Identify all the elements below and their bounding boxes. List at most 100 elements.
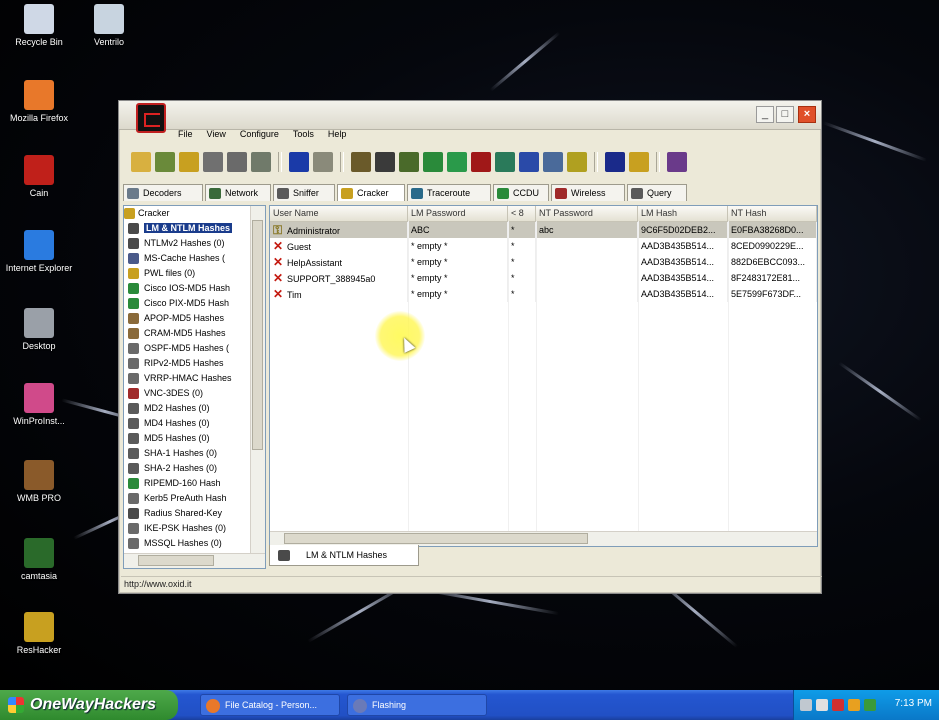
menu-file[interactable]: File xyxy=(177,129,194,143)
tree-item[interactable]: MS-Cache Hashes ( xyxy=(124,251,265,266)
desktop-icon-winproinst-[interactable]: WinProInst... xyxy=(0,383,78,427)
tree-item[interactable]: CRAM-MD5 Hashes xyxy=(124,326,265,341)
tree-item[interactable]: Cisco PIX-MD5 Hash xyxy=(124,296,265,311)
tree-item[interactable]: VRRP-HMAC Hashes xyxy=(124,371,265,386)
maximize-button[interactable]: □ xyxy=(776,106,794,123)
tree-item[interactable]: Kerb5 PreAuth Hash xyxy=(124,491,265,506)
tree-item[interactable]: Cisco IOS-MD5 Hash xyxy=(124,281,265,296)
start-button[interactable]: OneWayHackers xyxy=(0,690,178,720)
trash-icon[interactable] xyxy=(313,152,333,172)
table-row[interactable]: ✕ HelpAssistant * empty * * AAD3B435B514... 8… xyxy=(270,254,817,270)
desktop-icon-cain[interactable]: Cain xyxy=(0,155,78,199)
tray-app-icon[interactable] xyxy=(848,699,860,711)
sniffer-start-icon[interactable] xyxy=(179,152,199,172)
column-header[interactable]: User Name xyxy=(270,206,408,221)
tray-network-icon[interactable] xyxy=(800,699,812,711)
table-row[interactable]: ✕ Guest * empty * * AAD3B435B514... 8CED09902… xyxy=(270,238,817,254)
network-adapter-icon[interactable] xyxy=(155,152,175,172)
rainbow-icon[interactable] xyxy=(495,152,515,172)
table-row[interactable]: ✕ Tim * empty * * AAD3B435B514... 5E7599F673D… xyxy=(270,286,817,302)
menu-view[interactable]: View xyxy=(206,129,227,143)
tab-wireless[interactable]: Wireless xyxy=(551,184,625,201)
tree-item[interactable]: VNC-3DES (0) xyxy=(124,386,265,401)
menu-help[interactable]: Help xyxy=(327,129,348,143)
menu-configure[interactable]: Configure xyxy=(239,129,280,143)
table-row[interactable]: ⚿ Administrator ABC * abc 9C6F5D02DEB2... E0FB… xyxy=(270,222,817,238)
taskbar-task[interactable]: Flashing xyxy=(347,694,487,716)
tree-item[interactable]: Cracker xyxy=(124,206,265,221)
tab-traceroute[interactable]: Traceroute xyxy=(407,184,491,201)
tree-item[interactable]: IKE-PSK Hashes (0) xyxy=(124,521,265,536)
tab-cracker[interactable]: Cracker xyxy=(337,184,405,201)
wireless-icon[interactable] xyxy=(567,152,587,172)
tab-lm-ntlm-hashes[interactable]: LM & NTLM Hashes xyxy=(269,545,419,566)
desktop-icon-desktop[interactable]: Desktop xyxy=(0,308,78,352)
title-bar[interactable]: _ □ × xyxy=(119,101,821,133)
list-horizontal-scrollbar[interactable] xyxy=(270,531,817,546)
info-icon[interactable] xyxy=(605,152,625,172)
tree-horizontal-scrollbar[interactable] xyxy=(124,553,265,568)
tray-security-icon[interactable] xyxy=(832,699,844,711)
tree-scroll-thumb[interactable] xyxy=(252,220,263,450)
desktop-icon-internet-explorer[interactable]: Internet Explorer xyxy=(0,230,78,274)
menu-tools[interactable]: Tools xyxy=(292,129,315,143)
close-button[interactable]: × xyxy=(798,106,816,123)
tree-item[interactable]: APOP-MD5 Hashes xyxy=(124,311,265,326)
column-header[interactable]: NT Hash xyxy=(728,206,817,221)
tab-decoders[interactable]: Decoders xyxy=(123,184,203,201)
tree-item[interactable]: MD5 Hashes (0) xyxy=(124,431,265,446)
column-header[interactable]: NT Password xyxy=(536,206,638,221)
tree-item[interactable]: OSPF-MD5 Hashes ( xyxy=(124,341,265,356)
tree-hscroll-thumb[interactable] xyxy=(138,555,214,566)
column-header[interactable]: LM Password xyxy=(408,206,508,221)
tree-item[interactable]: MSSQL Hashes (0) xyxy=(124,536,265,551)
tray-volume-icon[interactable] xyxy=(816,699,828,711)
tree-icon[interactable] xyxy=(375,152,395,172)
decoder-icon[interactable] xyxy=(399,152,419,172)
list-hscroll-thumb[interactable] xyxy=(284,533,588,544)
dictionary-icon[interactable] xyxy=(519,152,539,172)
add-icon[interactable] xyxy=(289,152,309,172)
tab-network[interactable]: Network xyxy=(205,184,271,201)
table-row[interactable]: ✕ SUPPORT_388945a0 * empty * * AAD3B435B514.… xyxy=(270,270,817,286)
poison-icon[interactable] xyxy=(203,152,223,172)
tree-item[interactable]: SHA-1 Hashes (0) xyxy=(124,446,265,461)
tab-sniffer[interactable]: Sniffer xyxy=(273,184,335,201)
hash-icon[interactable] xyxy=(423,152,443,172)
tree-item[interactable]: MD2 Hashes (0) xyxy=(124,401,265,416)
tab-ccdu[interactable]: CCDU xyxy=(493,184,549,201)
tray-shield-icon[interactable] xyxy=(864,699,876,711)
desktop-icon-recycle-bin[interactable]: Recycle Bin xyxy=(0,4,78,48)
config-grid-icon[interactable] xyxy=(227,152,247,172)
desktop-icon-camtasia[interactable]: camtasia xyxy=(0,538,78,582)
ccdu-icon xyxy=(497,187,509,199)
tree-item[interactable]: PWL files (0) xyxy=(124,266,265,281)
taskbar-task[interactable]: File Catalog - Person... xyxy=(200,694,340,716)
desktop-icon-wmb-pro[interactable]: WMB PRO xyxy=(0,460,78,504)
tree-item[interactable]: SHA-2 Hashes (0) xyxy=(124,461,265,476)
brute-force-icon[interactable] xyxy=(471,152,491,172)
tree-item[interactable]: RIPv2-MD5 Hashes xyxy=(124,356,265,371)
tree-vertical-scrollbar[interactable] xyxy=(250,206,265,554)
tree-item[interactable]: LM & NTLM Hashes xyxy=(124,221,265,236)
desktop-icon-ventrilo[interactable]: Ventrilo xyxy=(70,4,148,48)
people-icon[interactable] xyxy=(351,152,371,172)
desktop-icon-reshacker[interactable]: ResHacker xyxy=(0,612,78,656)
tree-item[interactable]: MD4 Hashes (0) xyxy=(124,416,265,431)
open-icon[interactable] xyxy=(131,152,151,172)
traceroute-icon[interactable] xyxy=(543,152,563,172)
tab-query[interactable]: Query xyxy=(627,184,687,201)
tree-item[interactable]: NTLMv2 Hashes (0) xyxy=(124,236,265,251)
column-header[interactable]: < 8 xyxy=(508,206,536,221)
user-icon[interactable] xyxy=(667,152,687,172)
column-header[interactable]: LM Hash xyxy=(638,206,728,221)
minimize-button[interactable]: _ xyxy=(756,106,774,123)
lm-icon[interactable] xyxy=(447,152,467,172)
table-icon[interactable] xyxy=(251,152,271,172)
tree-item-label: Radius Shared-Key xyxy=(144,508,223,518)
ntlmv2-icon xyxy=(128,238,139,249)
desktop-icon-mozilla-firefox[interactable]: Mozilla Firefox xyxy=(0,80,78,124)
tree-item[interactable]: RIPEMD-160 Hash xyxy=(124,476,265,491)
tree-item[interactable]: Radius Shared-Key xyxy=(124,506,265,521)
help-icon[interactable] xyxy=(629,152,649,172)
